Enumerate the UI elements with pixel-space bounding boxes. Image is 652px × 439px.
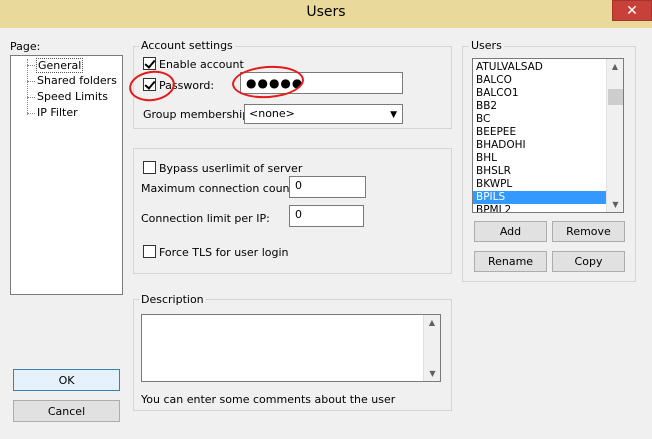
users-list-item[interactable]: BHL — [473, 152, 606, 165]
copy-user-button[interactable]: Copy — [552, 251, 625, 272]
group-membership-label: Group membership: — [143, 108, 253, 121]
users-list-item[interactable]: ATULVALSAD — [473, 61, 606, 74]
remove-user-button[interactable]: Remove — [552, 221, 625, 242]
force-tls-row[interactable]: Force TLS for user login — [143, 245, 289, 259]
users-list-item[interactable]: BALCO1 — [473, 87, 606, 100]
description-title: Description — [139, 293, 206, 306]
description-textarea[interactable]: ▲ ▼ — [141, 314, 441, 382]
users-title: Users — [469, 39, 504, 52]
max-connection-label: Maximum connection count: — [141, 182, 298, 195]
page-panel-title: Page: — [10, 40, 41, 53]
tree-item-speed-limits[interactable]: Speed Limits — [37, 90, 108, 103]
window-title: Users — [306, 4, 346, 20]
connection-limit-input[interactable]: 0 — [289, 205, 364, 227]
add-user-button[interactable]: Add — [474, 221, 547, 242]
close-icon: ✕ — [626, 2, 638, 19]
scroll-down-icon[interactable]: ▼ — [607, 200, 623, 209]
bypass-userlimit-checkbox[interactable] — [143, 161, 156, 174]
tree-item-general[interactable]: General — [36, 58, 84, 73]
tree-connector — [27, 59, 28, 115]
users-list-item[interactable]: BC — [473, 113, 606, 126]
bypass-userlimit-row[interactable]: Bypass userlimit of server — [143, 161, 302, 175]
title-bar[interactable]: Users ✕ — [0, 0, 652, 28]
users-list-item[interactable]: BPILS — [473, 191, 606, 204]
scroll-thumb[interactable] — [608, 89, 623, 105]
close-button[interactable]: ✕ — [612, 0, 652, 21]
account-settings-title: Account settings — [139, 39, 235, 52]
chevron-down-icon: ▼ — [390, 110, 397, 120]
tree-item-ip-filter[interactable]: IP Filter — [37, 106, 78, 119]
force-tls-label: Force TLS for user login — [159, 246, 289, 259]
users-list-item[interactable]: BPML2 — [473, 204, 606, 212]
rename-user-button[interactable]: Rename — [474, 251, 547, 272]
users-list-item[interactable]: BB2 — [473, 100, 606, 113]
bypass-userlimit-label: Bypass userlimit of server — [159, 162, 303, 175]
users-list-item[interactable]: BHSLR — [473, 165, 606, 178]
users-list-item[interactable]: BEEPEE — [473, 126, 606, 139]
group-membership-value: <none> — [249, 107, 295, 120]
tree-item-shared-folders[interactable]: Shared folders — [37, 74, 117, 87]
enable-account-label: Enable account — [159, 58, 244, 71]
max-connection-input[interactable]: 0 — [289, 176, 366, 198]
force-tls-checkbox[interactable] — [143, 245, 156, 258]
description-scrollbar[interactable]: ▲ ▼ — [423, 315, 440, 381]
scroll-up-icon[interactable]: ▲ — [424, 318, 440, 327]
enable-account-checkbox[interactable] — [143, 57, 156, 70]
group-membership-select[interactable]: <none> ▼ — [244, 104, 403, 124]
users-items: ATULVALSAD BALCO BALCO1 BB2 BC BEEPEE BHADOHI B… — [473, 61, 606, 212]
page-tree[interactable]: General Shared folders Speed Limits IP F… — [10, 55, 123, 295]
users-list[interactable]: ATULVALSAD BALCO BALCO1 BB2 BC BEEPEE BHADOHI B… — [472, 58, 624, 213]
connection-limit-label: Connection limit per IP: — [141, 212, 270, 225]
users-list-item[interactable]: BHADOHI — [473, 139, 606, 152]
scroll-down-icon[interactable]: ▼ — [424, 369, 441, 378]
users-list-item[interactable]: BALCO — [473, 74, 606, 87]
description-hint: You can enter some comments about the us… — [141, 393, 396, 406]
enable-account-row[interactable]: Enable account — [143, 57, 244, 71]
users-scrollbar[interactable]: ▲ ▼ — [606, 59, 623, 212]
scroll-up-icon[interactable]: ▲ — [607, 62, 623, 71]
cancel-button[interactable]: Cancel — [13, 400, 120, 422]
users-list-item[interactable]: BKWPL — [473, 178, 606, 191]
ok-button[interactable]: OK — [13, 369, 120, 391]
